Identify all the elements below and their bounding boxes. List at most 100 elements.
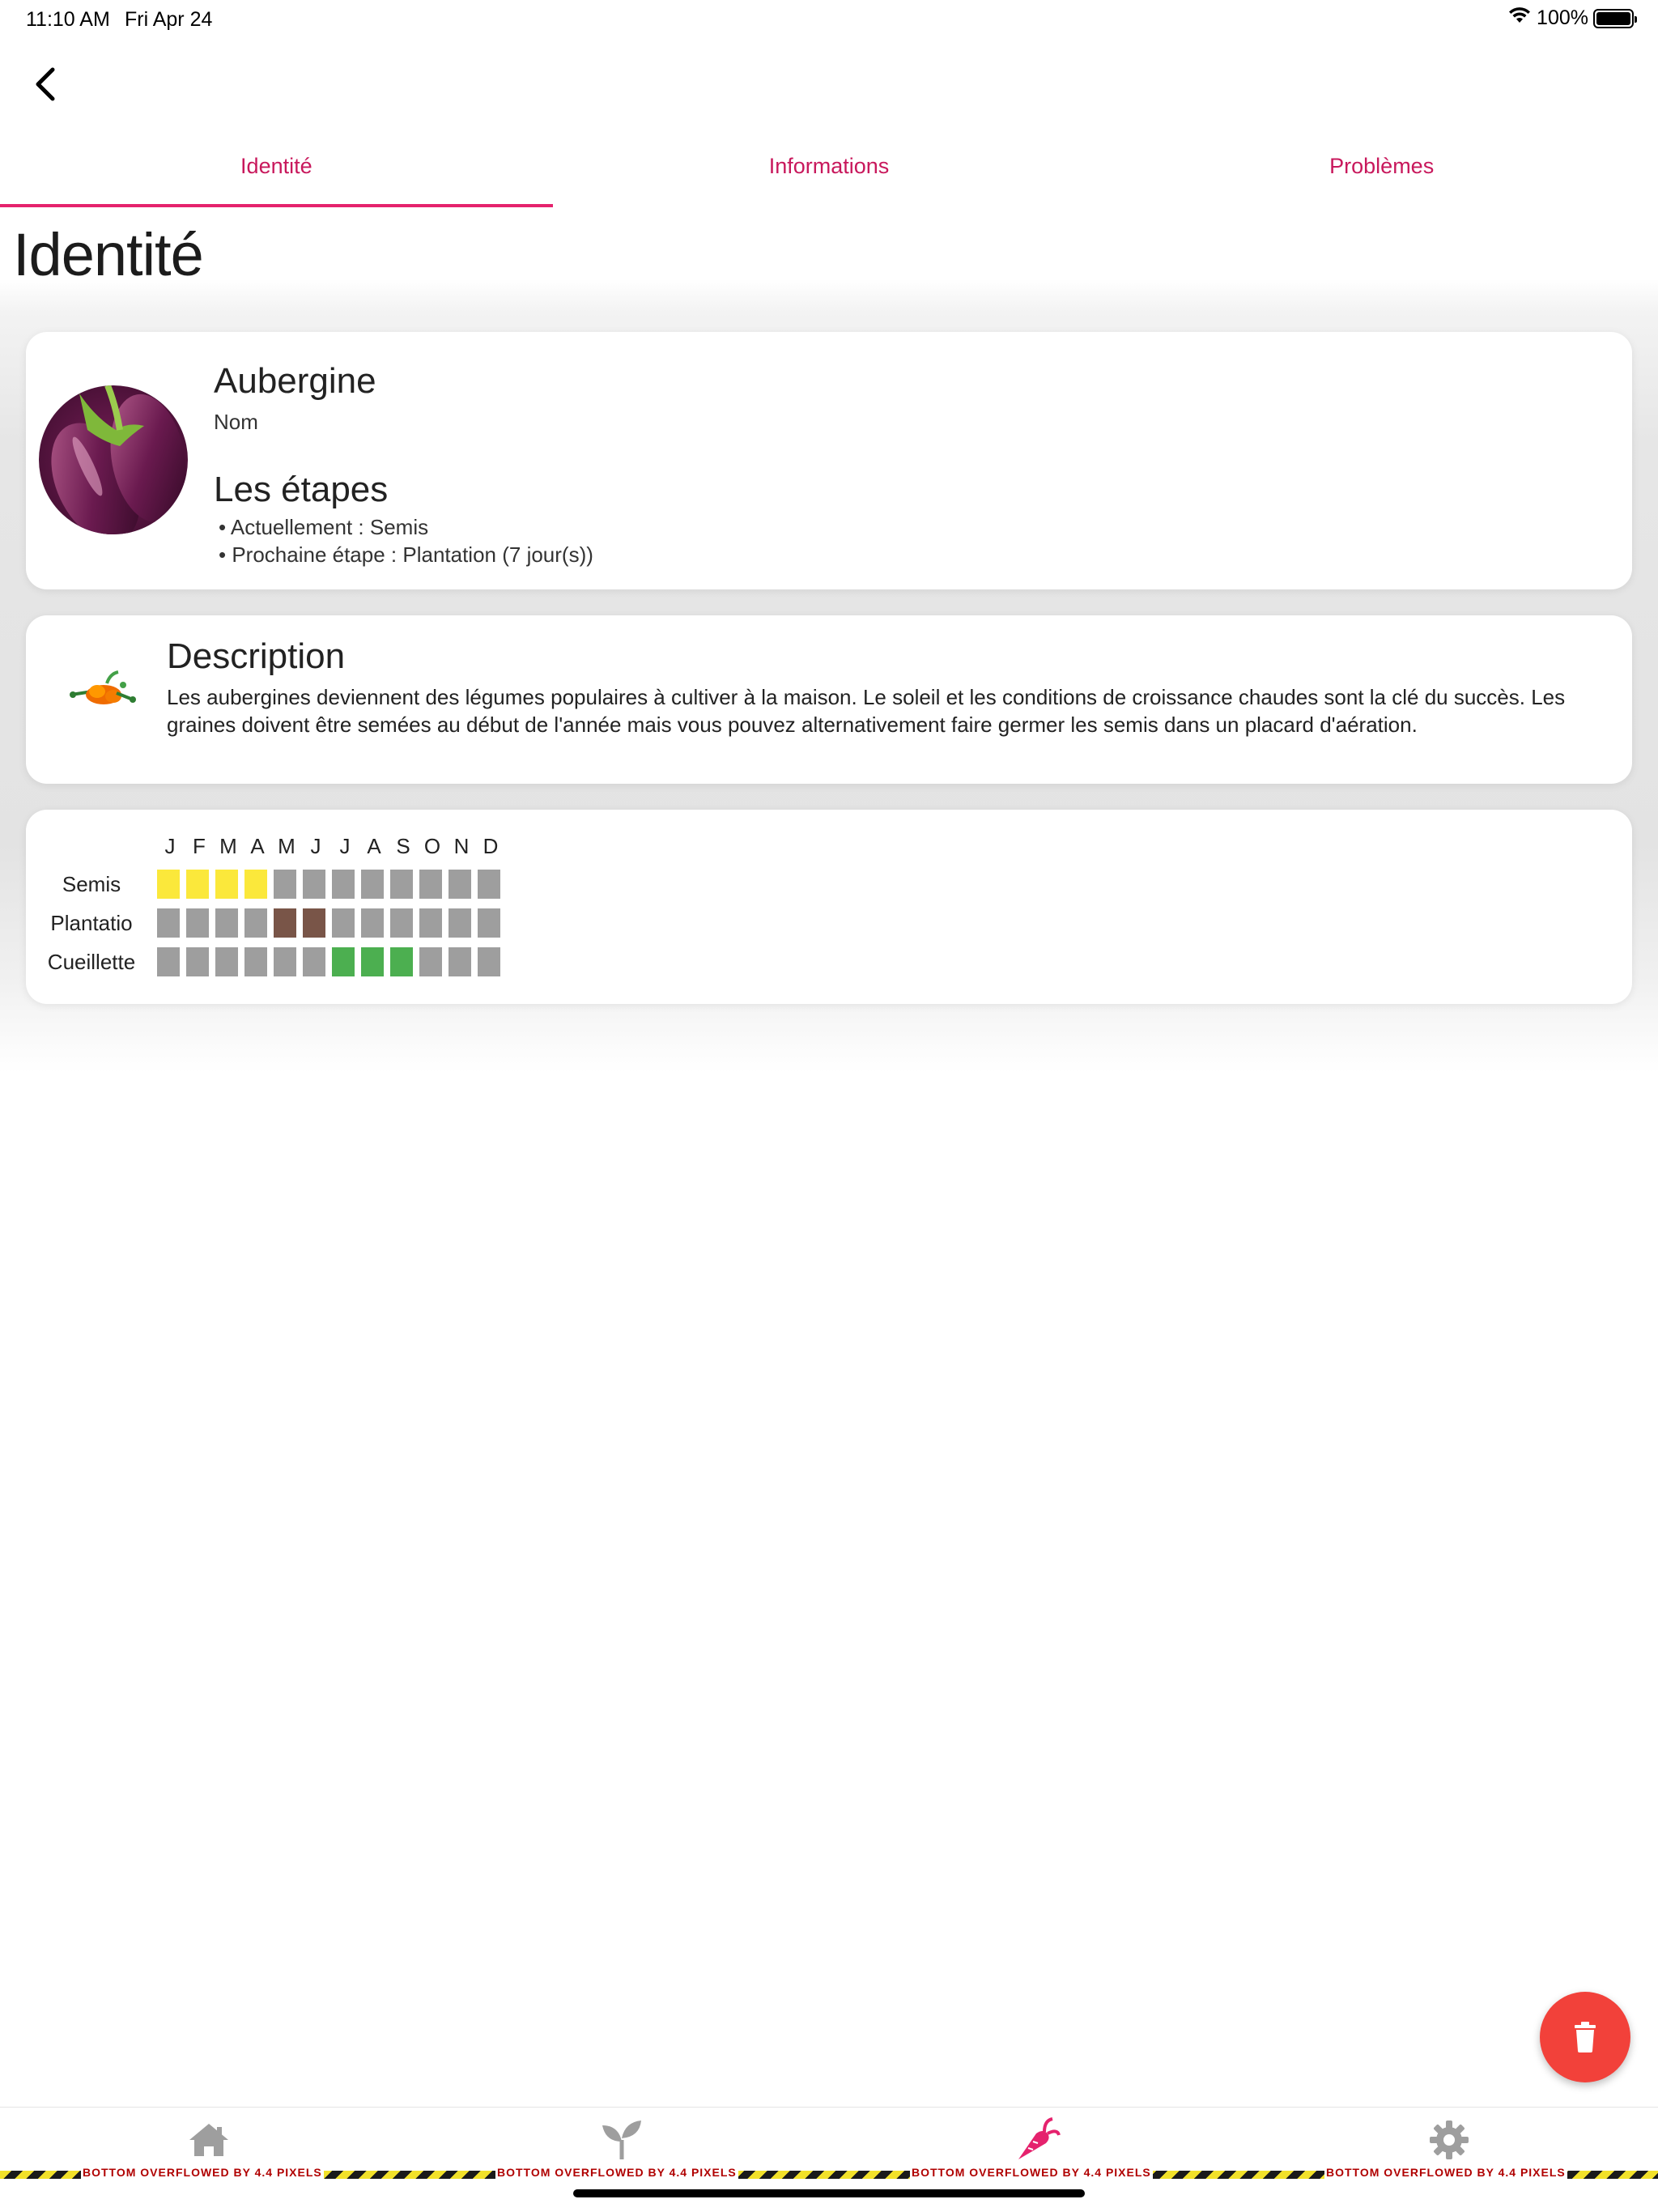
overflow-warning-label: BOTTOM OVERFLOWED BY 4.4 PIXELS <box>81 2166 324 2179</box>
calendar-month-label: J <box>164 834 176 858</box>
calendar-cell <box>215 908 238 938</box>
carrot-icon <box>1018 2117 1061 2159</box>
calendar-cell <box>390 908 413 938</box>
calendar-cell <box>449 870 471 899</box>
gear-icon <box>1430 2121 1469 2159</box>
calendar-cell <box>332 947 355 976</box>
status-time: 11:10 AM <box>26 8 110 31</box>
calendar-cell <box>332 870 355 899</box>
calendar-cells <box>157 908 500 938</box>
calendar-cell <box>478 908 500 938</box>
calendar-cell <box>186 908 209 938</box>
calendar-cell <box>478 947 500 976</box>
calendar-cell <box>186 947 209 976</box>
calendar-row-cueillette: Cueillette <box>26 947 500 976</box>
next-step: • Prochaine étape : Plantation (7 jour(s… <box>219 542 593 567</box>
nav-plants[interactable] <box>596 2119 648 2161</box>
tab-identite[interactable]: Identité <box>0 138 553 207</box>
calendar-cell <box>303 908 325 938</box>
overflow-warning-label: BOTTOM OVERFLOWED BY 4.4 PIXELS <box>495 2166 738 2179</box>
delete-button[interactable] <box>1540 1992 1630 2082</box>
calendar-month-label: N <box>453 834 470 858</box>
calendar-month-label: A <box>250 834 265 858</box>
calendar-month-label: M <box>219 834 237 858</box>
sprout-icon <box>602 2121 641 2159</box>
calendar-cell <box>274 908 296 938</box>
calendar-month-label: O <box>423 834 441 858</box>
calendar-cell <box>419 870 442 899</box>
calendar-cell <box>157 870 180 899</box>
current-step: • Actuellement : Semis <box>219 515 429 539</box>
nav-settings[interactable] <box>1423 2119 1475 2161</box>
tab-bar: Identité Informations Problèmes <box>0 138 1658 207</box>
calendar-months: JFMAMJJASOND <box>155 834 505 859</box>
nav-garden[interactable] <box>1010 2117 1062 2161</box>
calendar-cell <box>478 870 500 899</box>
calendar-cell <box>215 947 238 976</box>
calendar-row-label: Cueillette <box>47 949 136 974</box>
plant-name: Aubergine <box>214 361 376 401</box>
calendar-cell <box>449 908 471 938</box>
plant-name-caption: Nom <box>214 410 258 434</box>
eggplant-image <box>39 385 188 534</box>
calendar-cell <box>244 870 267 899</box>
calendar-cell <box>303 870 325 899</box>
wifi-icon <box>1507 6 1532 30</box>
overflow-warning-label: BOTTOM OVERFLOWED BY 4.4 PIXELS <box>910 2166 1153 2179</box>
calendar-cell <box>215 870 238 899</box>
calendar-cell <box>303 947 325 976</box>
calendar-month-label: M <box>278 834 295 858</box>
tab-problemes[interactable]: Problèmes <box>1105 138 1658 207</box>
calendar-cell <box>449 947 471 976</box>
app-screen: 11:10 AM Fri Apr 24 100% Identité Inform… <box>0 0 1658 2212</box>
home-icon <box>189 2124 228 2156</box>
calendar-cell <box>274 870 296 899</box>
status-date: Fri Apr 24 <box>125 8 213 31</box>
description-text: Les aubergines deviennent des légumes po… <box>167 685 1566 737</box>
calendar-cell <box>157 908 180 938</box>
calendar-cell <box>361 908 384 938</box>
battery-percent: 100% <box>1537 6 1588 29</box>
calendar-cells <box>157 870 500 899</box>
vegetables-icon <box>68 667 138 716</box>
calendar-cell <box>390 947 413 976</box>
calendar-cell <box>361 947 384 976</box>
calendar-cell <box>157 947 180 976</box>
description-title: Description <box>167 636 346 676</box>
calendar-month-label: J <box>310 834 321 858</box>
calendar-month-label: J <box>339 834 351 858</box>
calendar-month-label: D <box>483 834 499 858</box>
calendar-cell <box>419 947 442 976</box>
battery-icon <box>1593 8 1637 28</box>
calendar-row-label: Plantatio <box>50 910 133 935</box>
tab-informations[interactable]: Informations <box>553 138 1106 207</box>
calendar-month-label: A <box>367 834 381 858</box>
calendar-row-plantation: Plantatio <box>26 908 500 938</box>
status-right: 100% <box>1507 6 1637 30</box>
calendar-cell <box>186 870 209 899</box>
calendar-row-semis: Semis <box>26 870 500 899</box>
calendar-card: JFMAMJJASOND Semis Plantatio Cueillette <box>26 810 1632 1004</box>
calendar-row-label: Semis <box>62 871 121 896</box>
calendar-cell <box>274 947 296 976</box>
status-bar: 11:10 AM Fri Apr 24 100% <box>0 0 1658 39</box>
home-indicator <box>573 2189 1085 2197</box>
calendar-cells <box>157 947 500 976</box>
chevron-left-icon <box>36 67 55 101</box>
nav-home[interactable] <box>183 2119 235 2161</box>
overflow-warning-label: BOTTOM OVERFLOWED BY 4.4 PIXELS <box>1324 2166 1567 2179</box>
calendar-month-label: F <box>193 834 206 858</box>
plant-avatar <box>39 385 188 534</box>
description-card: Description Les aubergines deviennent de… <box>26 615 1632 784</box>
calendar-cell <box>390 870 413 899</box>
identity-card: Aubergine Nom Les étapes • Actuellement … <box>26 332 1632 589</box>
calendar-cell <box>244 908 267 938</box>
back-button[interactable] <box>29 63 62 105</box>
calendar-cell <box>244 947 267 976</box>
calendar-month-label: S <box>396 834 410 858</box>
calendar-cell <box>419 908 442 938</box>
steps-title: Les étapes <box>214 470 389 509</box>
calendar-cell <box>361 870 384 899</box>
trash-icon <box>1575 2022 1596 2052</box>
calendar-cell <box>332 908 355 938</box>
